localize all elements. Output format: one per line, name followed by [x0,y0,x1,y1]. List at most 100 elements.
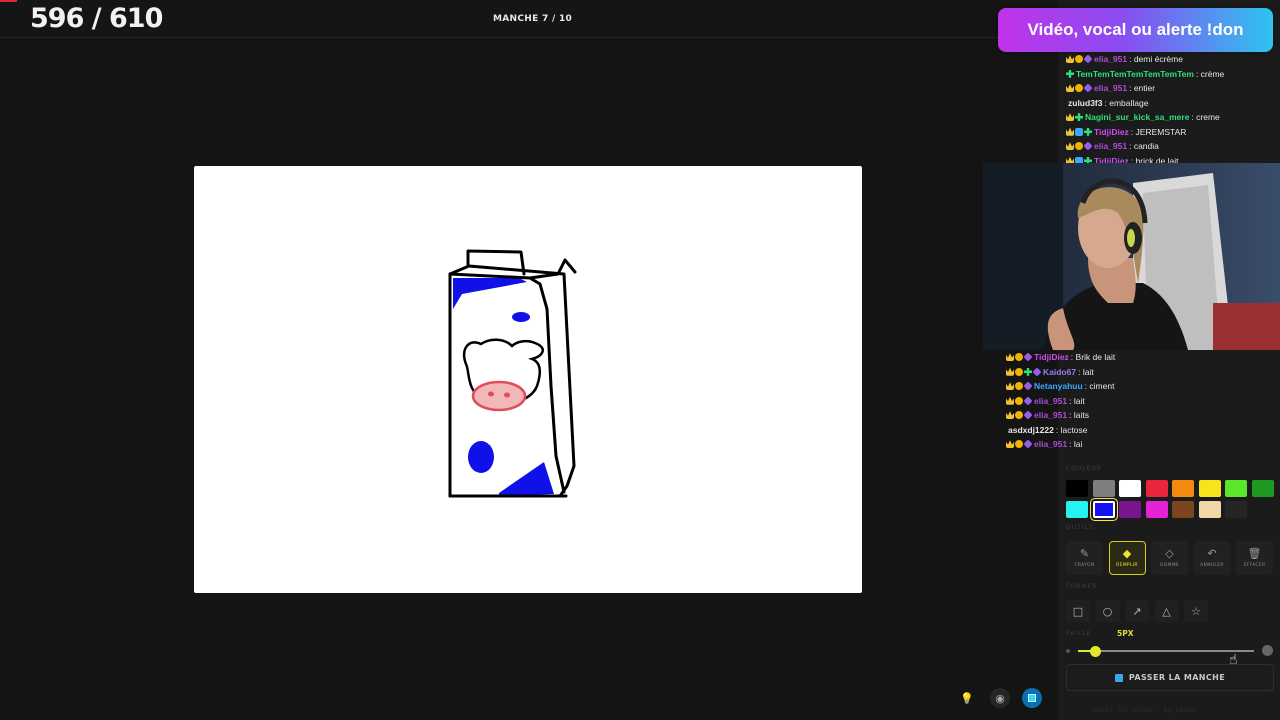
chat-username[interactable]: elia_951 [1094,81,1127,96]
chat-username[interactable]: elia_951 [1034,437,1067,452]
color-swatch[interactable] [1145,501,1168,518]
chat-badges [1006,367,1042,377]
chat-message: zulud3f3: emballage [1066,96,1276,111]
drawing-canvas[interactable] [194,166,862,593]
chat-message: TidjiDiez: JEREMSTAR [1066,125,1276,140]
chat-username[interactable]: TidjiDiez [1034,350,1069,365]
color-swatch[interactable] [1225,480,1247,497]
arrow-icon[interactable]: ↗ [1125,600,1149,622]
color-swatch[interactable] [1198,480,1221,497]
tool-effacer-button[interactable]: 🗑 EFFACER [1236,541,1273,575]
color-swatch[interactable] [1251,480,1274,497]
chat-username[interactable]: Netanyahuu [1034,379,1083,394]
chat-text: lait [1073,395,1085,406]
skip-round-button[interactable]: PASSER LA MANCHE [1066,664,1274,691]
coin-badge-icon [1015,396,1023,405]
gem-badge-icon [1023,381,1033,391]
chat-username[interactable]: zulud3f3 [1068,96,1102,111]
brush-size-slider[interactable] [1078,650,1254,652]
donate-banner[interactable]: Vidéo, vocal ou alerte !don [998,8,1273,52]
crown-badge-icon [1006,440,1014,449]
color-swatch[interactable] [1198,501,1221,518]
coin-badge-icon [1075,84,1083,93]
tool-crayon-button[interactable]: ✎ CRAYON [1066,541,1103,575]
chat-message: elia_951: demi écrème [1066,52,1276,67]
gem-badge-icon [1023,410,1033,420]
rectangle-icon[interactable]: □ [1066,600,1090,622]
gem-badge-icon [1032,367,1042,377]
chat-message: Nagini_sur_kick_sa_mere: creme [1066,110,1276,125]
color-swatch[interactable] [1172,480,1194,497]
blue-spot-2 [468,441,494,473]
undo-icon: ↶ [1207,547,1217,560]
color-swatch[interactable] [1066,480,1088,497]
color-swatch[interactable] [1225,501,1247,518]
color-swatch[interactable] [1172,501,1194,518]
chat-username[interactable]: elia_951 [1034,394,1067,409]
chat-username[interactable]: TidjiDiez [1094,125,1129,140]
crown-badge-icon [1066,127,1074,136]
star-icon[interactable]: ☆ [1184,600,1208,622]
color-swatch[interactable] [1066,501,1088,518]
chat-text: demi écrème [1133,54,1183,64]
chat-username[interactable]: elia_951 [1094,139,1127,154]
chat-text: JEREMSTAR [1135,126,1187,137]
chat-username[interactable]: Kaido67 [1043,365,1076,380]
skip-icon [1114,673,1123,682]
chat-text: Brik de lait [1075,352,1116,362]
round-indicator: MANCHE 7 / 10 [493,14,573,24]
chat-message: TemTemTemTemTemTemTem: crème [1066,67,1276,82]
gem-badge-icon [1023,352,1033,362]
plus-badge-icon [1075,113,1083,122]
chat-badges [1066,54,1093,64]
chat-badges [1066,127,1092,136]
stop-icon[interactable] [1022,688,1042,708]
chat-text: laits [1073,410,1089,420]
crown-badge-icon [1006,353,1014,362]
tool-gomme-button[interactable]: ◇ GOMME [1151,541,1188,575]
chat-badges [1006,381,1033,391]
chat-badges [1006,396,1033,406]
blue-spot-1 [512,312,530,322]
chat-text: crème [1200,68,1225,79]
lightbulb-icon[interactable]: 💡 [957,688,977,708]
chat-text: creme [1196,112,1220,122]
tool-label: ANNULER [1200,563,1224,568]
color-swatch[interactable] [1119,480,1141,497]
tool-label: EFFACER [1243,563,1266,568]
coin-badge-icon [1015,353,1023,362]
chat-text: entier [1133,83,1156,93]
chat-username[interactable]: asdxdj1222 [1008,423,1054,438]
color-swatch[interactable] [1092,501,1115,518]
eraser-icon: ◇ [1165,547,1174,560]
tool-remplir-button[interactable]: ◆ REMPLIR [1108,541,1146,575]
chat-message: asdxdj1222: lactose [1006,423,1278,438]
chat-badges [1006,410,1033,420]
ellipse-icon[interactable]: ○ [1095,600,1120,622]
chat-username[interactable]: elia_951 [1034,408,1067,423]
color-swatch[interactable] [1145,480,1168,497]
gem-badge-icon [1083,141,1093,151]
triangle-icon[interactable]: △ [1154,600,1179,622]
chat-username[interactable]: TemTemTemTemTemTemTem [1076,67,1194,82]
chat-badges [1066,141,1093,151]
eye-icon[interactable]: ◉ [990,688,1010,708]
crown-badge-icon [1006,382,1014,391]
chat-username[interactable]: elia_951 [1094,52,1127,67]
streamer-webcam-image [983,163,1280,350]
size-section-label: TAILLE [1066,630,1092,637]
size-max-icon [1262,645,1273,656]
tool-label: CRAYON [1074,563,1095,568]
chat-username[interactable]: Nagini_sur_kick_sa_mere [1085,110,1189,125]
tool-annuler-button[interactable]: ↶ ANNULER [1193,541,1231,575]
blue-fill-bottom [499,462,554,496]
chat-badges [1006,439,1033,449]
chat-text: lai [1073,439,1083,449]
pig-face [462,338,544,412]
color-swatch[interactable] [1119,501,1141,518]
chat-message: Kaido67: lait [1006,365,1278,380]
chat-message: elia_951: lait [1006,394,1278,409]
chat-message: elia_951: lai [1006,437,1278,452]
size-min-icon [1066,649,1070,653]
color-swatch[interactable] [1092,480,1115,497]
